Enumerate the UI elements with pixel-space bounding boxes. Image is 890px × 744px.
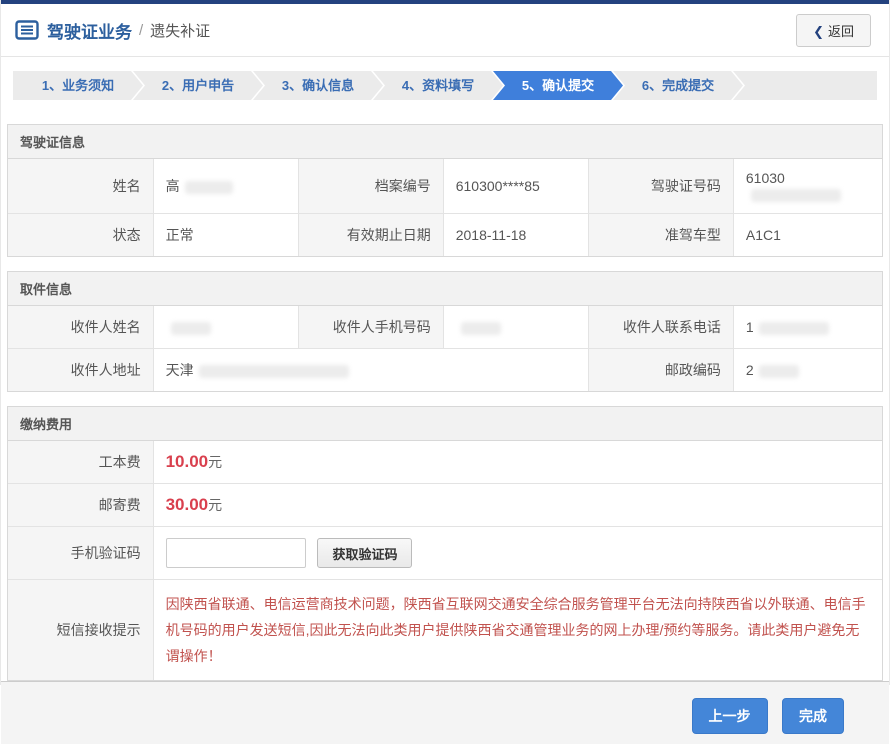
sms-code-label: 手机验证码 xyxy=(8,527,153,580)
back-label: 返回 xyxy=(828,24,854,39)
sms-code-input[interactable] xyxy=(166,538,306,568)
fees-section: 缴纳费用 工本费 10.00元 邮寄费 30.00元 手机验证码 获取验证码 xyxy=(7,406,883,681)
get-sms-code-button[interactable]: 获取验证码 xyxy=(317,538,412,568)
table-row: 收件人姓名 收件人手机号码 收件人联系电话 1 xyxy=(8,306,882,349)
table-row: 姓名 高 档案编号 610300****85 驾驶证号码 61030 xyxy=(8,159,882,214)
redacted-value xyxy=(199,365,349,378)
postage-fee-label: 邮寄费 xyxy=(8,484,153,527)
expiry-label: 有效期止日期 xyxy=(298,214,443,257)
postage-fee-amount: 30.00 xyxy=(166,495,209,514)
recipient-name-value xyxy=(153,306,298,349)
sms-notice-label: 短信接收提示 xyxy=(8,580,153,681)
breadcrumb-current-page: 遗失补证 xyxy=(150,20,210,41)
redacted-value xyxy=(759,365,799,378)
expiry-value: 2018-11-18 xyxy=(443,214,588,257)
sms-code-cell: 获取验证码 xyxy=(153,527,882,580)
fee-unit: 元 xyxy=(208,454,222,470)
license-no-label: 驾驶证号码 xyxy=(588,159,733,214)
redacted-value xyxy=(185,181,233,194)
back-button[interactable]: ❮ 返回 xyxy=(796,14,871,47)
recipient-address-label: 收件人地址 xyxy=(8,349,153,392)
postcode-value: 2 xyxy=(733,349,882,392)
vehicle-class-value: A1C1 xyxy=(733,214,882,257)
step-tab-6: 6、完成提交 xyxy=(613,71,743,100)
redacted-value xyxy=(751,189,841,202)
wizard-steps: 1、业务须知 2、用户申告 3、确认信息 4、资料填写 5、确认提交 6、完成提… xyxy=(13,71,877,100)
pickup-info-section: 取件信息 收件人姓名 收件人手机号码 收件人联系电话 1 收件人地址 天津 邮政… xyxy=(7,271,883,392)
redacted-value xyxy=(461,322,501,335)
postage-fee-value: 30.00元 xyxy=(153,484,882,527)
list-icon xyxy=(15,20,39,40)
step-tab-3: 3、确认信息 xyxy=(253,71,383,100)
production-fee-amount: 10.00 xyxy=(166,452,209,471)
page: 驾驶证业务 / 遗失补证 ❮ 返回 1、业务须知 2、用户申告 3、确认信息 4、… xyxy=(0,0,890,685)
name-label: 姓名 xyxy=(8,159,153,214)
step-tab-1: 1、业务须知 xyxy=(13,71,143,100)
previous-step-button[interactable]: 上一步 xyxy=(692,698,768,734)
back-chevron-icon: ❮ xyxy=(813,24,824,39)
fee-unit: 元 xyxy=(208,497,222,513)
recipient-address-value: 天津 xyxy=(153,349,588,392)
fees-section-title: 缴纳费用 xyxy=(8,407,882,441)
table-row: 收件人地址 天津 邮政编码 2 xyxy=(8,349,882,392)
table-row: 邮寄费 30.00元 xyxy=(8,484,882,527)
breadcrumb-separator: / xyxy=(139,22,143,39)
license-info-section: 驾驶证信息 姓名 高 档案编号 610300****85 驾驶证号码 61030… xyxy=(7,124,883,257)
table-row: 状态 正常 有效期止日期 2018-11-18 准驾车型 A1C1 xyxy=(8,214,882,257)
fees-table: 工本费 10.00元 邮寄费 30.00元 手机验证码 获取验证码 短信接收提示 xyxy=(8,441,882,680)
file-no-label: 档案编号 xyxy=(298,159,443,214)
main-content: 1、业务须知 2、用户申告 3、确认信息 4、资料填写 5、确认提交 6、完成提… xyxy=(1,57,889,681)
page-header: 驾驶证业务 / 遗失补证 ❮ 返回 xyxy=(1,4,889,57)
steps-filler xyxy=(733,71,877,100)
breadcrumb-service-title[interactable]: 驾驶证业务 xyxy=(47,18,132,43)
recipient-mobile-label: 收件人手机号码 xyxy=(298,306,443,349)
pickup-section-title: 取件信息 xyxy=(8,272,882,306)
name-value: 高 xyxy=(153,159,298,214)
step-tab-4: 4、资料填写 xyxy=(373,71,503,100)
license-no-value: 61030 xyxy=(733,159,882,214)
step-tab-5-active: 5、确认提交 xyxy=(493,71,623,100)
sms-notice-text: 因陕西省联通、电信运营商技术问题，陕西省互联网交通安全综合服务管理平台无法向持陕… xyxy=(153,580,882,681)
license-section-title: 驾驶证信息 xyxy=(8,125,882,159)
vehicle-class-label: 准驾车型 xyxy=(588,214,733,257)
license-info-table: 姓名 高 档案编号 610300****85 驾驶证号码 61030 状态 正常… xyxy=(8,159,882,256)
table-row: 短信接收提示 因陕西省联通、电信运营商技术问题，陕西省互联网交通安全综合服务管理… xyxy=(8,580,882,681)
file-no-value: 610300****85 xyxy=(443,159,588,214)
recipient-name-label: 收件人姓名 xyxy=(8,306,153,349)
pickup-info-table: 收件人姓名 收件人手机号码 收件人联系电话 1 收件人地址 天津 邮政编码 2 xyxy=(8,306,882,391)
table-row: 工本费 10.00元 xyxy=(8,441,882,484)
footer-action-bar: 上一步 完成 xyxy=(1,681,889,744)
table-row: 手机验证码 获取验证码 xyxy=(8,527,882,580)
status-label: 状态 xyxy=(8,214,153,257)
production-fee-label: 工本费 xyxy=(8,441,153,484)
status-value: 正常 xyxy=(153,214,298,257)
redacted-value xyxy=(171,322,211,335)
postcode-label: 邮政编码 xyxy=(588,349,733,392)
redacted-value xyxy=(759,322,829,335)
recipient-phone-label: 收件人联系电话 xyxy=(588,306,733,349)
finish-button[interactable]: 完成 xyxy=(782,698,844,734)
step-tab-2: 2、用户申告 xyxy=(133,71,263,100)
recipient-phone-value: 1 xyxy=(733,306,882,349)
recipient-mobile-value xyxy=(443,306,588,349)
production-fee-value: 10.00元 xyxy=(153,441,882,484)
